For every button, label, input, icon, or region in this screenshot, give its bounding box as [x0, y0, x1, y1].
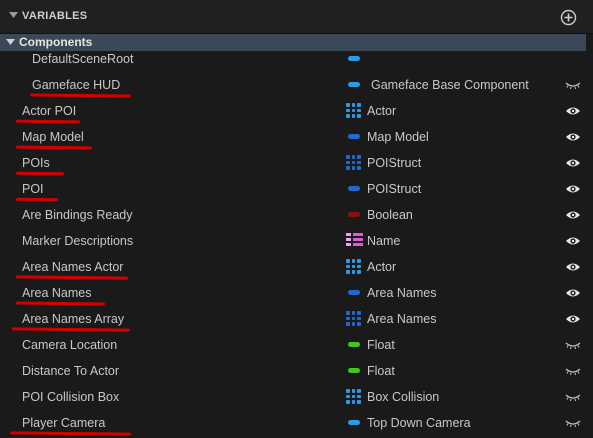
variable-name: POI [22, 182, 44, 196]
red-annotation-underline [15, 145, 93, 150]
variable-row[interactable]: Area Names Actor Actor [0, 254, 586, 280]
visibility-open-eye-icon[interactable] [565, 287, 581, 299]
variable-row[interactable]: Marker Descriptions Name [0, 228, 586, 254]
variable-row[interactable]: Area Names Array Area Names [0, 306, 586, 332]
variable-row[interactable]: Are Bindings Ready Boolean [0, 202, 586, 228]
visibility-open-eye-icon[interactable] [565, 209, 581, 221]
variable-type-label: Top Down Camera [367, 416, 471, 430]
variable-name: Map Model [22, 130, 84, 144]
variable-name: Area Names Actor [22, 260, 124, 274]
variables-header[interactable]: VARIABLES [0, 0, 593, 34]
visibility-closed-eye-icon[interactable] [565, 79, 581, 91]
visibility-closed-eye-icon[interactable] [565, 339, 581, 351]
variable-type-label: Area Names [367, 286, 437, 300]
variable-name: Gameface HUD [32, 78, 121, 92]
add-variable-button[interactable] [560, 9, 577, 26]
variable-row[interactable]: Distance To Actor Float [0, 358, 586, 384]
variable-type-label: Gameface Base Component [371, 78, 529, 92]
variable-type-label: Name [367, 234, 401, 248]
variable-name: Area Names Array [22, 312, 125, 326]
visibility-open-eye-icon[interactable] [565, 261, 581, 273]
collapse-triangle-icon[interactable] [9, 12, 18, 19]
variable-row[interactable]: POI POIStruct [0, 176, 586, 202]
variable-row[interactable]: Area Names Area Names [0, 280, 586, 306]
red-annotation-underline [15, 197, 59, 202]
variable-name: DefaultSceneRoot [32, 52, 134, 66]
variable-row[interactable]: Actor POI Actor [0, 98, 586, 124]
red-annotation-underline [9, 431, 132, 436]
variable-row[interactable]: Gameface HUD Gameface Base Component [0, 72, 586, 98]
collapse-triangle-icon[interactable] [6, 39, 15, 46]
variable-type-label: POIStruct [367, 182, 422, 196]
variable-row[interactable]: Map Model Map Model [0, 124, 586, 150]
variable-name: POI Collision Box [22, 390, 120, 404]
visibility-open-eye-icon[interactable] [565, 157, 581, 169]
variable-type-label: Area Names [367, 312, 437, 326]
variable-name: Actor POI [22, 104, 77, 118]
variable-name: Distance To Actor [22, 364, 120, 378]
variable-row[interactable]: POI Collision Box Box Collision [0, 384, 586, 410]
variable-type-label: POIStruct [367, 156, 422, 170]
variable-type-label: Float [367, 364, 395, 378]
variable-name: Player Camera [22, 416, 106, 430]
variable-name: Area Names [22, 286, 92, 300]
variable-row[interactable]: POIs POIStruct [0, 150, 586, 176]
variable-row[interactable]: Player Camera Top Down Camera [0, 410, 586, 436]
visibility-closed-eye-icon[interactable] [565, 417, 581, 429]
variable-type-label: Actor [367, 104, 397, 118]
variable-name: Are Bindings Ready [22, 208, 133, 222]
visibility-open-eye-icon[interactable] [565, 235, 581, 247]
visibility-open-eye-icon[interactable] [565, 105, 581, 117]
visibility-open-eye-icon[interactable] [565, 183, 581, 195]
variable-type-label: Actor [367, 260, 397, 274]
panel-title: VARIABLES [22, 10, 88, 22]
red-annotation-underline [15, 119, 81, 124]
variable-type-label: Float [367, 338, 395, 352]
variable-name: Camera Location [22, 338, 118, 352]
red-annotation-underline [15, 275, 129, 280]
variable-name: Marker Descriptions [22, 234, 134, 248]
variable-name: POIs [22, 156, 50, 170]
red-annotation-underline [11, 327, 131, 332]
variable-type-label: Boolean [367, 208, 413, 222]
variable-row[interactable]: DefaultSceneRoot [0, 46, 586, 72]
visibility-closed-eye-icon[interactable] [565, 391, 581, 403]
red-annotation-underline [15, 301, 106, 306]
variable-type-label: Map Model [367, 130, 429, 144]
variable-type-label: Box Collision [367, 390, 440, 404]
red-annotation-underline [15, 171, 65, 176]
visibility-open-eye-icon[interactable] [565, 313, 581, 325]
visibility-closed-eye-icon[interactable] [565, 365, 581, 377]
variable-row[interactable]: Camera Location Float [0, 332, 586, 358]
red-annotation-underline [29, 93, 132, 98]
visibility-open-eye-icon[interactable] [565, 131, 581, 143]
